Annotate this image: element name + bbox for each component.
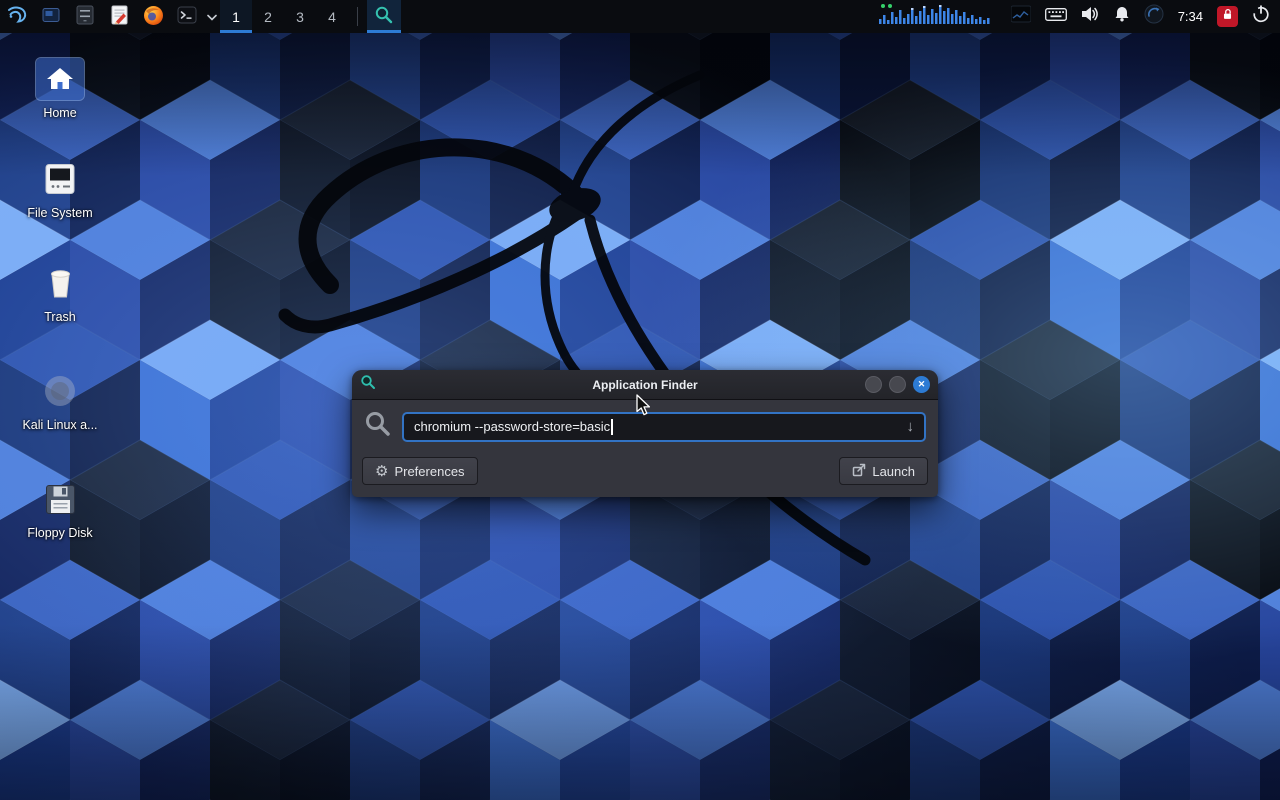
workspace-1-button[interactable]: 1	[220, 0, 252, 33]
audio-spectrum-widget[interactable]	[879, 2, 997, 31]
desktop-icon-kali-docs[interactable]: Kali Linux a...	[12, 370, 108, 432]
workspace-4-button[interactable]: 4	[316, 0, 348, 33]
clock[interactable]: 7:34	[1178, 9, 1203, 24]
kali-docs-icon	[36, 370, 84, 412]
app-finder-panel-button[interactable]	[367, 0, 401, 33]
file-manager-button[interactable]	[68, 0, 102, 33]
text-editor-button[interactable]	[102, 0, 136, 33]
text-caret	[611, 419, 613, 435]
close-icon: ✕	[918, 380, 926, 389]
preferences-button-label: Preferences	[394, 464, 464, 479]
trash-icon	[36, 262, 84, 304]
close-button[interactable]: ✕	[913, 376, 930, 393]
top-panel: 1 2 3 4	[0, 0, 1280, 33]
launch-button-label: Launch	[872, 464, 915, 479]
application-finder-window: Application Finder ✕ chromium --password…	[352, 370, 938, 497]
file-system-icon	[36, 158, 84, 200]
text-editor-icon	[111, 5, 128, 28]
volume-icon[interactable]	[1081, 6, 1100, 27]
bell-icon[interactable]	[1114, 6, 1130, 27]
search-icon	[364, 410, 392, 443]
floppy-disk-icon	[36, 478, 84, 520]
workspace-2-button[interactable]: 2	[252, 0, 284, 33]
browser-button[interactable]	[136, 0, 170, 33]
desktop-icon-label: Floppy Disk	[27, 526, 92, 540]
workspace-3-button[interactable]: 3	[284, 0, 316, 33]
titlebar[interactable]: Application Finder ✕	[352, 370, 938, 400]
firefox-icon	[143, 5, 164, 29]
terminal-icon	[177, 5, 197, 28]
desktop-icon-file-system[interactable]: File System	[12, 158, 108, 220]
launch-icon	[852, 463, 866, 480]
terminal-button[interactable]	[170, 0, 204, 33]
app-finder-icon	[374, 5, 394, 28]
desktop-icon-floppy[interactable]: Floppy Disk	[12, 478, 108, 540]
dropdown-arrow-icon[interactable]: ↓	[907, 418, 915, 435]
kali-logo-icon	[5, 3, 29, 30]
terminal-dropdown-button[interactable]	[204, 0, 220, 33]
panel-tray: 7:34	[879, 0, 1280, 33]
status-circle-icon[interactable]	[1144, 4, 1164, 29]
desktop-icon-label: Kali Linux a...	[22, 418, 97, 432]
cpu-graph-icon[interactable]	[1011, 3, 1031, 30]
finder-button-row: ⚙ Preferences Launch	[352, 451, 938, 497]
gear-icon: ⚙	[375, 464, 388, 479]
desktop-icon-label: Trash	[44, 310, 76, 324]
window-stack-icon	[41, 5, 61, 28]
keyboard-icon[interactable]	[1045, 8, 1067, 26]
lock-icon	[1220, 7, 1235, 27]
kali-menu-button[interactable]	[0, 0, 34, 33]
desktop-icon-label: Home	[43, 106, 76, 120]
window-title: Application Finder	[352, 378, 938, 392]
preferences-button[interactable]: ⚙ Preferences	[362, 457, 478, 485]
desktop-icon-label: File System	[27, 206, 92, 220]
minimize-button[interactable]	[865, 376, 882, 393]
power-icon[interactable]	[1252, 5, 1270, 28]
desktop-icon-trash[interactable]: Trash	[12, 262, 108, 324]
screen-lock-button[interactable]	[1217, 6, 1238, 27]
file-manager-icon	[76, 5, 94, 28]
panel-launchers: 1 2 3 4	[0, 0, 401, 33]
window-manager-button[interactable]	[34, 0, 68, 33]
finder-search-row: chromium --password-store=basic ↓	[352, 400, 938, 451]
maximize-button[interactable]	[889, 376, 906, 393]
home-icon	[36, 58, 84, 100]
search-input[interactable]: chromium --password-store=basic ↓	[402, 412, 926, 442]
desktop-root: 1 2 3 4	[0, 0, 1280, 800]
launch-button[interactable]: Launch	[839, 457, 928, 485]
search-input-value: chromium --password-store=basic	[414, 419, 610, 434]
workspace-switcher: 1 2 3 4	[220, 0, 348, 33]
app-finder-window-icon	[360, 374, 376, 395]
panel-separator	[357, 7, 358, 26]
desktop-icon-home[interactable]: Home	[12, 58, 108, 120]
chevron-down-icon	[207, 9, 217, 24]
